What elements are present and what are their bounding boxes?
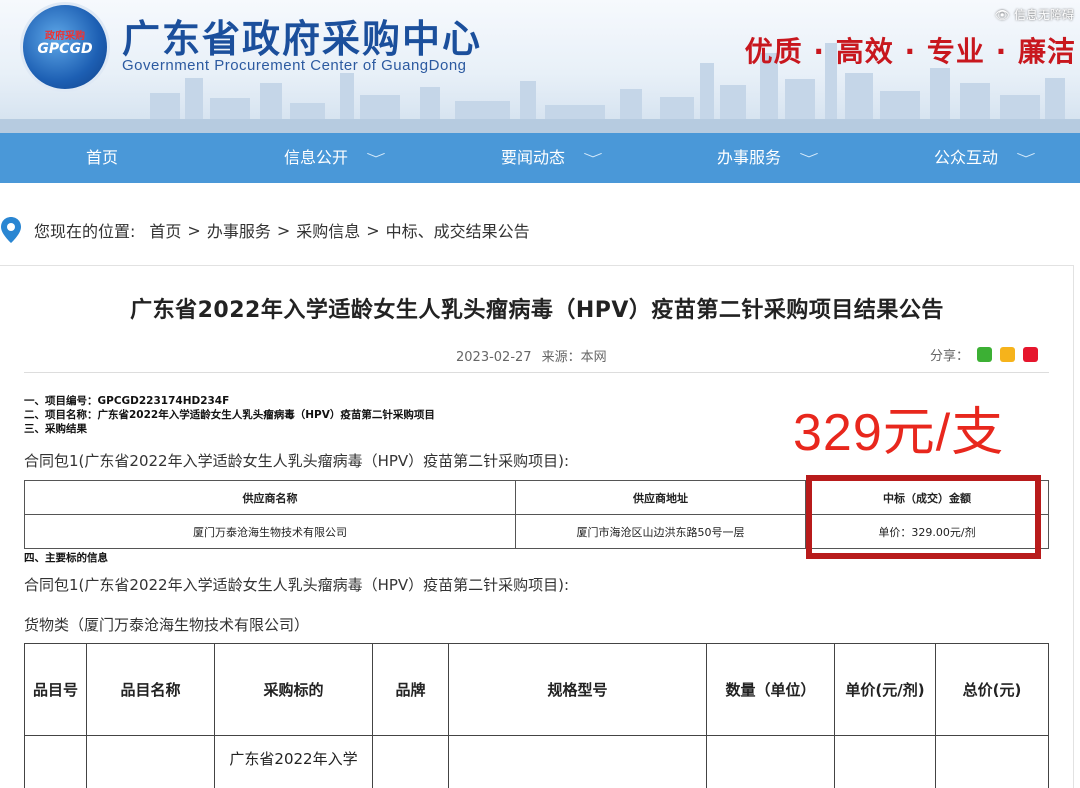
- table-header: 品牌: [372, 643, 449, 736]
- logo-top-text: 政府采购: [45, 31, 85, 42]
- main-nav: 首页 信息公开 ﹀ 要闻动态 ﹀ 办事服务 ﹀ 公众互动 ﹀: [0, 133, 1080, 183]
- project-info: 一、项目编号：GPCGD223174HD234F 二、项目名称：广东省2022年…: [24, 394, 435, 436]
- project-name: 二、项目名称：广东省2022年入学适龄女生人乳头瘤病毒（HPV）疫苗第二针采购项…: [24, 409, 435, 421]
- table-header: 单价(元/剂): [834, 643, 936, 736]
- section-heading: 四、主要标的信息: [24, 552, 108, 564]
- nav-item-info[interactable]: 信息公开 ﹀: [284, 133, 386, 183]
- table-cell: 厦门市海沧区山边洪东路50号一层: [515, 514, 806, 549]
- accessibility-link[interactable]: 👁 信息无障碍: [995, 6, 1074, 23]
- package-line: 合同包1(广东省2022年入学适龄女生人乳头瘤病毒（HPV）疫苗第二针采购项目)…: [24, 452, 570, 470]
- table-cell: 厦门万泰沧海生物技术有限公司: [24, 514, 516, 549]
- chevron-down-icon: ﹀: [799, 152, 819, 166]
- nav-item-news[interactable]: 要闻动态 ﹀: [501, 133, 603, 183]
- nav-item-label: 要闻动态: [501, 148, 566, 167]
- table-header-row: 品目号 品目名称 采购标的 品牌 规格型号 数量（单位） 单价(元/剂) 总价(…: [24, 643, 1049, 736]
- table-row: 广东省2022年入学: [24, 735, 1049, 788]
- package-line-2: 合同包1(广东省2022年入学适龄女生人乳头瘤病毒（HPV）疫苗第二针采购项目)…: [24, 576, 570, 594]
- table-cell: [834, 735, 936, 788]
- breadcrumb: 您现在的位置: 首页 > 办事服务 > 采购信息 > 中标、成交结果公告: [0, 212, 530, 248]
- site-subtitle: Government Procurement Center of GuangDo…: [122, 57, 467, 74]
- table-cell: 广东省2022年入学: [214, 735, 373, 788]
- breadcrumb-separator: >: [276, 220, 291, 240]
- result-heading: 三、采购结果: [24, 423, 87, 435]
- article-meta: 2023-02-27 来源：本网: [456, 346, 607, 365]
- table-header: 总价(元): [935, 643, 1049, 736]
- table-header: 供应商地址: [515, 480, 806, 515]
- header-banner: 政府采购 GPCGD 广东省政府采购中心 Government Procurem…: [0, 0, 1080, 133]
- nav-item-label: 信息公开: [284, 148, 349, 167]
- table-header: 供应商名称: [24, 480, 516, 515]
- breadcrumb-item-results[interactable]: 中标、成交结果公告: [386, 218, 530, 242]
- eye-icon: 👁: [994, 8, 1010, 22]
- nav-item-public[interactable]: 公众互动 ﹀: [934, 133, 1036, 183]
- table-cell: [448, 735, 707, 788]
- location-pin-icon: [1, 217, 21, 243]
- project-number: 一、项目编号：GPCGD223174HD234F: [24, 395, 230, 407]
- accessibility-label: 信息无障碍: [1013, 8, 1074, 22]
- breadcrumb-prefix: 您现在的位置:: [34, 222, 136, 241]
- nav-item-home[interactable]: 首页: [86, 133, 118, 183]
- article-title: 广东省2022年入学适龄女生人乳头瘤病毒（HPV）疫苗第二针采购项目结果公告: [130, 298, 944, 323]
- wechat-share-icon[interactable]: [977, 347, 993, 362]
- publish-date: 2023-02-27: [456, 350, 532, 365]
- site-title: 广东省政府采购中心: [122, 17, 483, 61]
- weibo-share-icon[interactable]: [1023, 347, 1039, 362]
- qzone-share-icon[interactable]: [1000, 347, 1016, 362]
- breadcrumb-item-home[interactable]: 首页: [149, 218, 181, 242]
- table-header: 规格型号: [448, 643, 707, 736]
- logo-main-text: GPCGD: [37, 41, 93, 57]
- chevron-down-icon: ﹀: [366, 152, 386, 166]
- breadcrumb-item-services[interactable]: 办事服务: [207, 218, 271, 242]
- goods-table: 品目号 品目名称 采购标的 品牌 规格型号 数量（单位） 单价(元/剂) 总价(…: [24, 643, 1049, 788]
- table-cell: [935, 735, 1049, 788]
- nav-item-services[interactable]: 办事服务 ﹀: [717, 133, 819, 183]
- table-cell: [24, 735, 87, 788]
- share-label: 分享：: [930, 349, 970, 364]
- price-callout: 329元/支: [793, 404, 1005, 462]
- article-container: 广东省2022年入学适龄女生人乳头瘤病毒（HPV）疫苗第二针采购项目结果公告 2…: [0, 265, 1074, 788]
- nav-item-label: 办事服务: [717, 148, 782, 167]
- breadcrumb-separator: >: [187, 220, 201, 240]
- breadcrumb-separator: >: [366, 220, 380, 240]
- table-header: 品目名称: [86, 643, 215, 736]
- table-cell: [372, 735, 449, 788]
- table-cell: [706, 735, 835, 788]
- page: 政府采购 GPCGD 广东省政府采购中心 Government Procurem…: [0, 0, 1080, 788]
- nav-item-label: 首页: [86, 148, 119, 167]
- table-header: 数量（单位）: [706, 643, 835, 736]
- table-header: 品目号: [24, 643, 87, 736]
- table-cell: [86, 735, 215, 788]
- goods-label: 货物类（厦门万泰沧海生物技术有限公司）: [24, 616, 310, 634]
- article-source: 来源：本网: [541, 350, 607, 365]
- share-bar: 分享：: [930, 345, 1039, 364]
- breadcrumb-item-procurement[interactable]: 采购信息: [296, 218, 360, 242]
- nav-item-label: 公众互动: [934, 148, 999, 167]
- chevron-down-icon: ﹀: [1016, 152, 1036, 166]
- chevron-down-icon: ﹀: [583, 152, 603, 166]
- highlight-box: [806, 475, 1041, 559]
- gpcgd-logo[interactable]: 政府采购 GPCGD: [20, 2, 110, 92]
- slogan: 优质 · 高效 · 专业 · 廉洁: [744, 35, 1076, 68]
- divider: [24, 372, 1049, 373]
- table-header: 采购标的: [214, 643, 373, 736]
